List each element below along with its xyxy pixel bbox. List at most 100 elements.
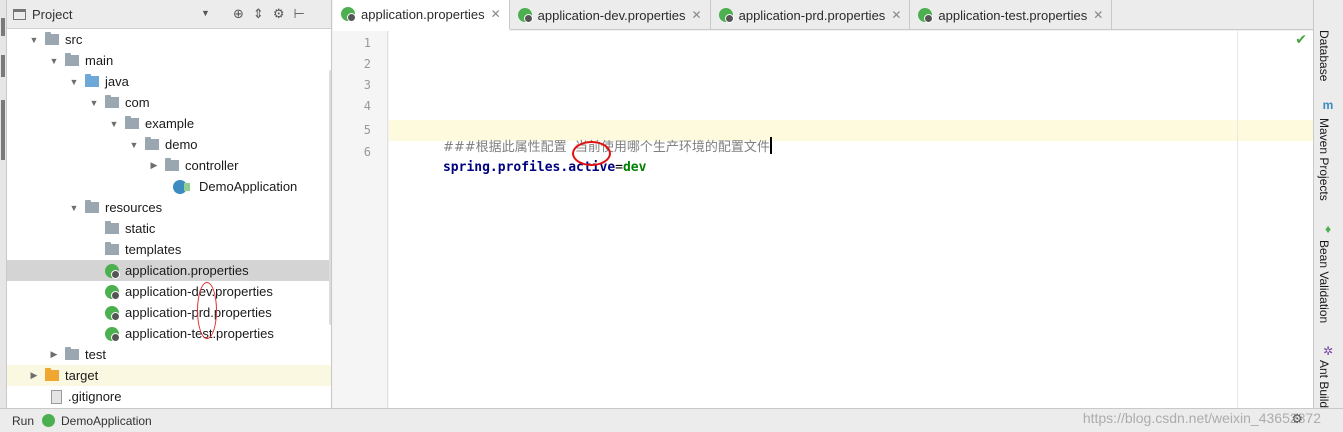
- package-icon: [125, 116, 139, 129]
- tab-application-prd-properties[interactable]: application-prd.properties ✕: [711, 0, 911, 30]
- folder-icon: [65, 347, 79, 360]
- resources-folder-icon: [85, 200, 99, 213]
- spring-properties-icon: [105, 263, 120, 279]
- collapsed-arrow-icon[interactable]: ▶: [29, 370, 39, 381]
- left-tool-strip[interactable]: [0, 0, 7, 408]
- tree-item-com[interactable]: ▼ com: [7, 92, 331, 113]
- tree-item-src[interactable]: ▼ src: [7, 29, 331, 50]
- collapsed-arrow-icon[interactable]: ▶: [149, 160, 159, 171]
- project-panel-header: Project ▼ ⊕ ⇕ ⚙ ⊢: [7, 0, 331, 29]
- close-icon[interactable]: ✕: [1093, 8, 1103, 22]
- ant-icon: ✲: [1322, 344, 1334, 358]
- line-number: 2: [363, 57, 371, 71]
- right-tool-strip: Database m Maven Projects ♦ Bean Validat…: [1313, 0, 1343, 408]
- bean-icon: ♦: [1324, 222, 1332, 236]
- excluded-folder-icon: [45, 368, 59, 381]
- project-panel: Project ▼ ⊕ ⇕ ⚙ ⊢ ▼ src ▼ main ▼ java ▼ …: [7, 0, 332, 408]
- source-folder-icon: [85, 74, 99, 87]
- close-icon[interactable]: ✕: [891, 8, 901, 22]
- tab-application-test-properties[interactable]: application-test.properties ✕: [910, 0, 1113, 30]
- tree-item-demo[interactable]: ▼ demo: [7, 134, 331, 155]
- run-configuration-label[interactable]: DemoApplication: [61, 414, 152, 428]
- tree-item-main[interactable]: ▼ main: [7, 50, 331, 71]
- spring-properties-icon: [105, 326, 120, 342]
- folder-icon: [105, 221, 119, 234]
- watermark: https://blog.csdn.net/weixin_43652872: [1082, 410, 1321, 426]
- tool-window-button[interactable]: [1, 55, 5, 77]
- spring-properties-icon: [341, 7, 356, 22]
- tree-item-templates[interactable]: templates: [7, 239, 331, 260]
- folder-icon: [105, 242, 119, 255]
- tool-window-button[interactable]: [1, 18, 5, 36]
- spring-properties-icon: [718, 8, 734, 23]
- hide-panel-icon[interactable]: ⊢: [293, 6, 304, 22]
- ide-window: Project ▼ ⊕ ⇕ ⚙ ⊢ ▼ src ▼ main ▼ java ▼ …: [0, 0, 1343, 432]
- database-tool-tab[interactable]: Database: [1317, 30, 1331, 81]
- ant-build-tool-tab[interactable]: Ant Build: [1317, 360, 1331, 408]
- expand-arrow-icon[interactable]: ▼: [49, 56, 59, 66]
- file-icon: [51, 389, 62, 404]
- property-value: dev: [622, 160, 647, 175]
- expand-arrow-icon[interactable]: ▼: [109, 119, 119, 129]
- tree-item-application-properties[interactable]: application.properties: [7, 260, 331, 281]
- line-number-gutter[interactable]: 1 2 3 4 5 6: [333, 31, 388, 408]
- tree-item-controller[interactable]: ▶ controller: [7, 155, 331, 176]
- tree-item-application-dev-properties[interactable]: application-dev.properties: [7, 281, 331, 302]
- annotation-ellipse: [572, 141, 611, 166]
- collapsed-arrow-icon[interactable]: ▶: [49, 349, 59, 360]
- maven-tool-tab[interactable]: Maven Projects: [1317, 118, 1331, 201]
- line-number: 4: [363, 99, 371, 113]
- package-icon: [145, 137, 159, 150]
- locate-icon[interactable]: ⊕: [233, 6, 244, 22]
- text-caret: [769, 137, 772, 154]
- folder-icon: [65, 53, 79, 66]
- line-number: 3: [363, 78, 371, 92]
- tool-window-button[interactable]: [1, 100, 5, 160]
- close-icon[interactable]: ✕: [491, 7, 501, 21]
- gear-icon[interactable]: ⚙: [273, 6, 285, 22]
- editor-tab-bar: application.properties ✕ application-dev…: [333, 0, 1313, 31]
- expand-arrow-icon[interactable]: ▼: [89, 98, 99, 108]
- code-editor[interactable]: ###根据此属性配置 当前使用哪个生产环境的配置文件 spring.profil…: [389, 31, 1313, 408]
- project-panel-title[interactable]: Project: [32, 7, 72, 22]
- spring-properties-icon: [517, 8, 533, 23]
- package-icon: [165, 158, 179, 171]
- view-selector-dropdown-icon[interactable]: ▼: [201, 8, 210, 18]
- spring-properties-icon: [918, 8, 934, 23]
- tree-item-static[interactable]: static: [7, 218, 331, 239]
- maven-icon: m: [1322, 98, 1334, 112]
- annotation-ellipse: [197, 282, 217, 339]
- tree-item-target[interactable]: ▶ target: [7, 365, 331, 386]
- bean-validation-tool-tab[interactable]: Bean Validation: [1317, 240, 1331, 323]
- run-tab-label[interactable]: Run: [12, 414, 34, 428]
- tree-item-resources[interactable]: ▼ resources: [7, 197, 331, 218]
- tree-item-java[interactable]: ▼ java: [7, 71, 331, 92]
- inspection-ok-icon[interactable]: ✔: [1295, 31, 1307, 48]
- spring-boot-run-icon: [42, 414, 56, 427]
- tree-item-gitignore[interactable]: .gitignore: [7, 386, 331, 407]
- package-icon: [105, 95, 119, 108]
- collapse-all-icon[interactable]: ⇕: [253, 6, 264, 22]
- spring-properties-icon: [105, 305, 120, 321]
- spring-properties-icon: [105, 284, 120, 300]
- folder-icon: [45, 32, 59, 45]
- tree-item-demoapplication[interactable]: DemoApplication: [7, 176, 331, 197]
- expand-arrow-icon[interactable]: ▼: [69, 203, 79, 213]
- close-icon[interactable]: ✕: [692, 8, 702, 22]
- line-number: 6: [363, 145, 371, 159]
- tree-item-application-test-properties[interactable]: application-test.properties: [7, 323, 331, 344]
- expand-arrow-icon[interactable]: ▼: [69, 77, 79, 87]
- tree-item-example[interactable]: ▼ example: [7, 113, 331, 134]
- spring-boot-class-icon: [173, 179, 190, 194]
- property-equals: =: [615, 160, 623, 175]
- expand-arrow-icon[interactable]: ▼: [129, 140, 139, 150]
- expand-arrow-icon[interactable]: ▼: [29, 35, 39, 45]
- line-number: 1: [363, 36, 371, 50]
- project-scrollbar[interactable]: [329, 70, 331, 325]
- tab-application-properties[interactable]: application.properties ✕: [333, 0, 510, 31]
- tab-application-dev-properties[interactable]: application-dev.properties ✕: [510, 0, 711, 30]
- line-number: 5: [363, 123, 371, 137]
- tree-item-application-prd-properties[interactable]: application-prd.properties: [7, 302, 331, 323]
- tree-item-test[interactable]: ▶ test: [7, 344, 331, 365]
- project-toolbar: ⊕ ⇕ ⚙ ⊢: [233, 6, 305, 22]
